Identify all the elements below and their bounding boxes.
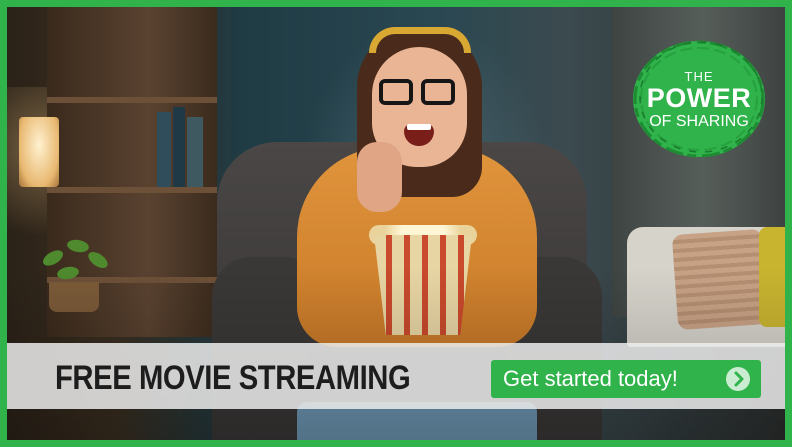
badge-text: THE POWER OF SHARING	[629, 37, 769, 162]
badge-line-the: THE	[684, 68, 714, 84]
get-started-button[interactable]: Get started today!	[491, 360, 761, 398]
badge-line-sharing: OF SHARING	[649, 112, 749, 130]
headline: FREE MOVIE STREAMING	[55, 359, 411, 397]
get-started-label: Get started today!	[503, 366, 678, 391]
power-of-sharing-badge: THE POWER OF SHARING	[629, 37, 769, 162]
chevron-right-circle-icon	[726, 367, 750, 391]
badge-line-power: POWER	[646, 82, 752, 113]
ad-frame[interactable]: THE POWER OF SHARING FREE MOVIE STREAMIN…	[0, 0, 792, 447]
